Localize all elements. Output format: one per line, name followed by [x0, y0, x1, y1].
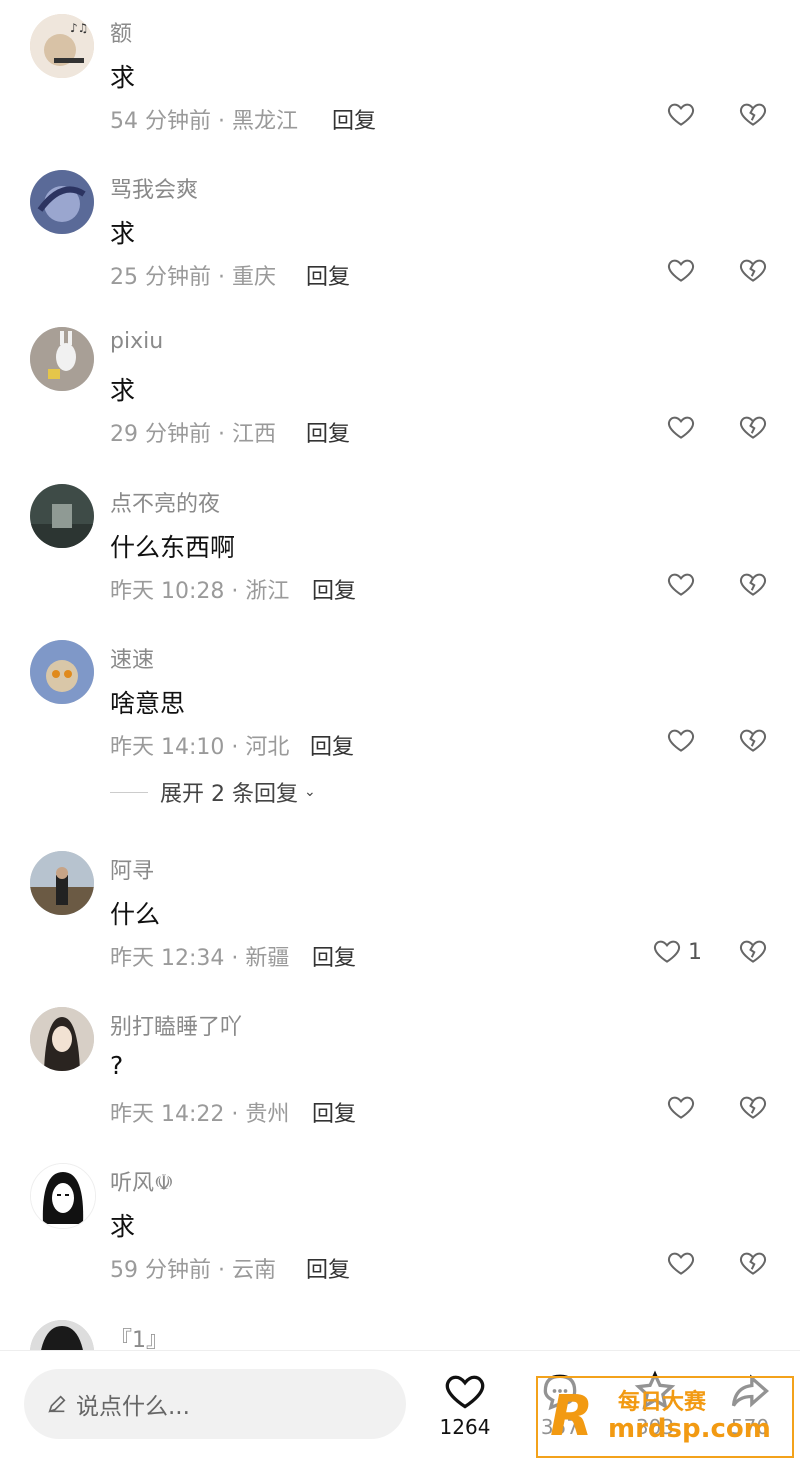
heart-icon [445, 1375, 485, 1409]
svg-text:♪♫: ♪♫ [70, 21, 88, 35]
watermark-name: 每日大赛 [618, 1390, 707, 1415]
dislike-button[interactable] [738, 412, 770, 444]
dislike-button[interactable] [738, 1092, 770, 1124]
comment-meta: 54 分钟前 · 黑龙江 [110, 109, 298, 134]
broken-heart-icon [740, 729, 766, 752]
dislike-button[interactable] [738, 99, 770, 131]
like-button[interactable] [666, 1248, 698, 1280]
divider-line [110, 791, 148, 793]
avatar[interactable] [30, 170, 94, 234]
comment-text: 求 [110, 219, 136, 248]
reply-button[interactable]: 回复 [306, 1252, 350, 1284]
like-button[interactable] [652, 936, 684, 968]
heart-icon [668, 259, 694, 282]
broken-heart-icon [740, 1096, 766, 1119]
avatar[interactable] [30, 640, 94, 704]
reply-button[interactable]: 回复 [312, 940, 356, 972]
broken-heart-icon [740, 940, 766, 963]
heart-icon [668, 1252, 694, 1275]
comment-meta: 昨天 12:34 · 新疆 [110, 946, 290, 971]
username[interactable]: pixiu [110, 329, 163, 354]
comment-meta: 29 分钟前 · 江西 [110, 422, 276, 447]
reply-button[interactable]: 回复 [312, 573, 356, 605]
comment-text: ? [110, 1051, 124, 1080]
username[interactable]: 别打瞌睡了吖 [110, 1009, 242, 1041]
expand-replies-button[interactable]: 展开 2 条回复 ⌄ [110, 776, 316, 808]
comment-text: 什么 [110, 900, 161, 929]
username[interactable]: 听风☫ [110, 1165, 174, 1197]
dislike-button[interactable] [738, 725, 770, 757]
watermark: R 每日大赛 mrdsp.com [536, 1376, 794, 1458]
username[interactable]: 速速 [110, 642, 154, 674]
dislike-button[interactable] [738, 255, 770, 287]
comment-meta: 昨天 14:10 · 河北 [110, 735, 290, 760]
username[interactable]: 阿寻 [110, 853, 154, 885]
avatar[interactable]: ♪♫ [30, 14, 94, 78]
like-button[interactable] [666, 569, 698, 601]
dislike-button[interactable] [738, 936, 770, 968]
pencil-icon [48, 1395, 66, 1413]
avatar[interactable] [30, 484, 94, 548]
reply-button[interactable]: 回复 [310, 729, 354, 761]
watermark-url: mrdsp.com [608, 1414, 771, 1444]
chevron-down-icon: ⌄ [303, 784, 316, 800]
heart-icon [668, 416, 694, 439]
watermark-logo: R [550, 1384, 594, 1449]
comment-input[interactable]: 说点什么... [24, 1369, 406, 1439]
comment-meta: 59 分钟前 · 云南 [110, 1258, 276, 1283]
like-button[interactable] [666, 1092, 698, 1124]
comment-input-placeholder: 说点什么... [76, 1394, 190, 1420]
like-video-button[interactable]: 1264 [430, 1369, 500, 1439]
comment-text: 求 [110, 376, 136, 405]
broken-heart-icon [740, 259, 766, 282]
reply-button[interactable]: 回复 [332, 103, 376, 135]
like-count: 1 [688, 940, 702, 965]
comment-meta: 25 分钟前 · 重庆 [110, 265, 276, 290]
heart-icon [668, 573, 694, 596]
comment-meta: 昨天 14:22 · 贵州 [110, 1102, 290, 1127]
avatar[interactable] [30, 327, 94, 391]
dislike-button[interactable] [738, 569, 770, 601]
broken-heart-icon [740, 103, 766, 126]
like-button[interactable] [666, 99, 698, 131]
heart-icon [668, 1096, 694, 1119]
comment-text: 求 [110, 63, 136, 92]
heart-icon [668, 103, 694, 126]
reply-button[interactable]: 回复 [312, 1096, 356, 1128]
broken-heart-icon [740, 573, 766, 596]
avatar[interactable] [30, 851, 94, 915]
like-count: 1264 [439, 1415, 491, 1439]
reply-button[interactable]: 回复 [306, 259, 350, 291]
username[interactable]: 骂我会爽 [110, 172, 198, 204]
heart-icon [654, 940, 680, 963]
like-button[interactable] [666, 725, 698, 757]
comment-text: 什么东西啊 [110, 533, 236, 562]
comment-text: 啥意思 [110, 689, 186, 718]
username[interactable]: 额 [110, 16, 132, 48]
broken-heart-icon [740, 416, 766, 439]
comment-meta: 昨天 10:28 · 浙江 [110, 579, 290, 604]
reply-button[interactable]: 回复 [306, 416, 350, 448]
expand-replies-label: 展开 2 条回复 [160, 782, 298, 807]
broken-heart-icon [740, 1252, 766, 1275]
like-button[interactable] [666, 255, 698, 287]
username[interactable]: 点不亮的夜 [110, 486, 220, 518]
comment-text: 求 [110, 1212, 136, 1241]
avatar[interactable] [30, 1163, 96, 1229]
heart-icon [668, 729, 694, 752]
avatar[interactable] [30, 1007, 94, 1071]
dislike-button[interactable] [738, 1248, 770, 1280]
like-button[interactable] [666, 412, 698, 444]
